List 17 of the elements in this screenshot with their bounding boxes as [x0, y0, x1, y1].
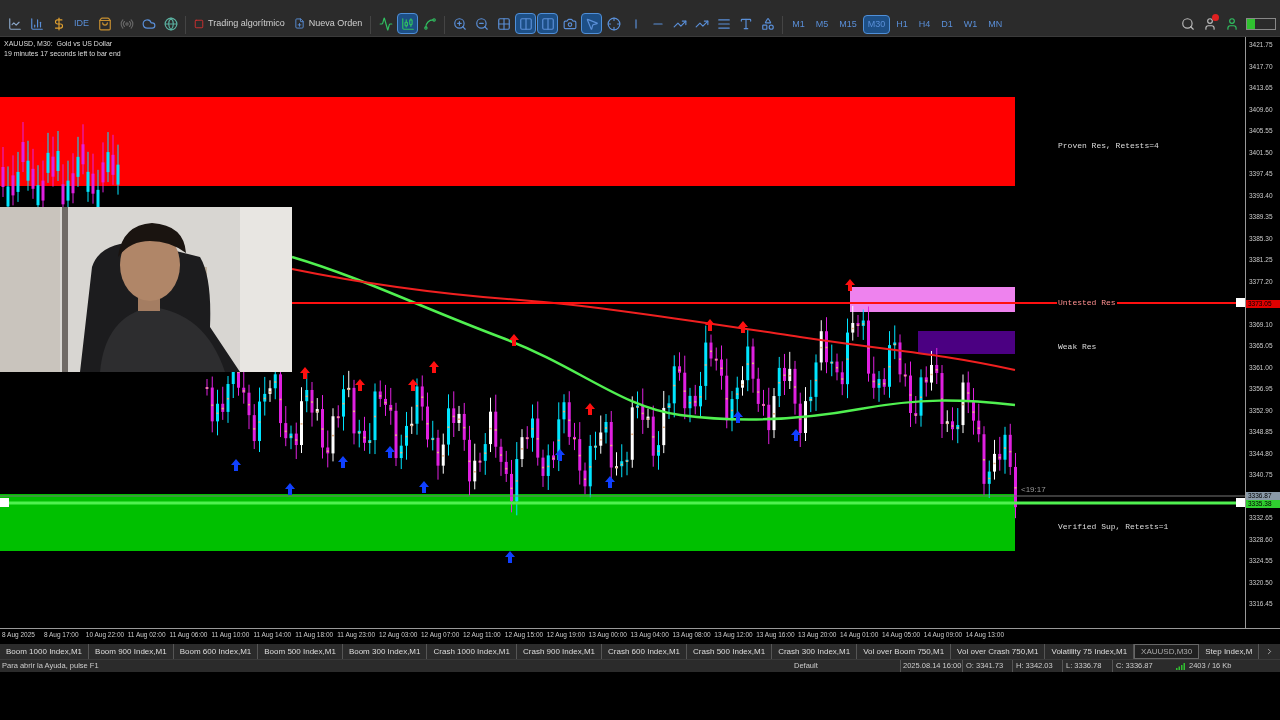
toolbar-action-button[interactable]: Nueva Orden: [289, 13, 367, 34]
timeframe-button[interactable]: W1: [958, 15, 983, 34]
timeframe-button[interactable]: D1: [936, 15, 958, 34]
countdown-label: <19:17: [1020, 486, 1047, 494]
zone-label: Verified Sup, Retests=1: [1057, 522, 1170, 532]
zone-label: Proven Res, Retests=4: [1057, 141, 1160, 151]
symbol-tab[interactable]: XAUUSD,M30: [1134, 644, 1200, 659]
zone-label: Weak Res: [1057, 342, 1098, 352]
zone-label: Untested Res: [1057, 298, 1117, 308]
ide-button[interactable]: IDE: [70, 13, 93, 34]
timeframe-button[interactable]: M15: [834, 15, 862, 34]
timeframe-button[interactable]: M1: [787, 15, 810, 34]
timeframe-button[interactable]: M5: [810, 15, 834, 34]
timeframe-button[interactable]: H1: [891, 15, 913, 34]
toolbar-action-button[interactable]: Trading algorítmico: [190, 13, 289, 34]
timeframe-button[interactable]: MN: [983, 15, 1008, 34]
timeframe-button[interactable]: H4: [913, 15, 936, 34]
